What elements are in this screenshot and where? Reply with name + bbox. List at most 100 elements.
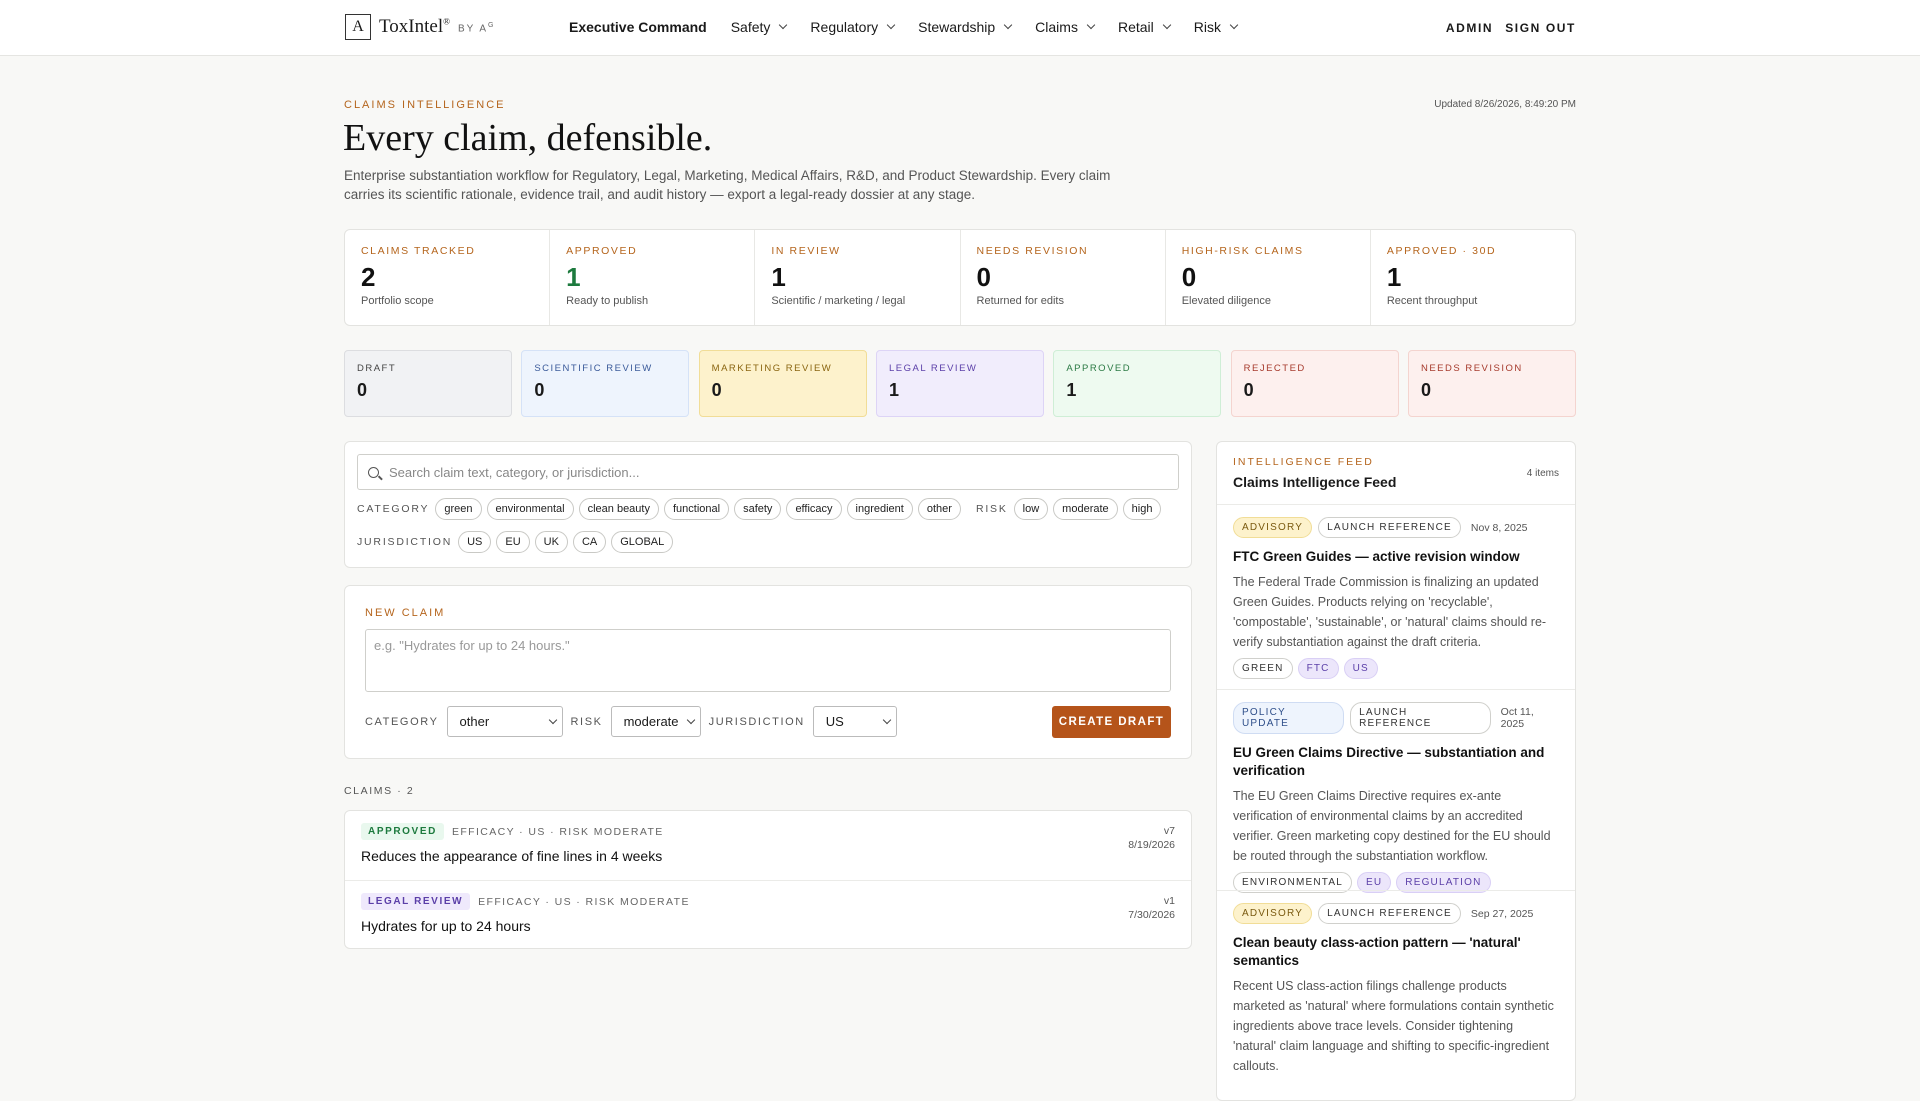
category-filter-pill[interactable]: environmental [486, 498, 574, 520]
kpi-label: CLAIMS TRACKED [361, 245, 476, 257]
kpi-label: APPROVED · 30D [1386, 245, 1497, 257]
feed-item-title: EU Green Claims Directive — substantiati… [1233, 745, 1545, 778]
nav-label: Regulatory [810, 19, 879, 35]
risk-select[interactable]: moderate [610, 706, 701, 737]
nav-retail[interactable]: Retail [1118, 19, 1171, 35]
pipeline-stage-card[interactable]: REJECTED 0 [1230, 350, 1399, 417]
pipeline-stage-label: DRAFT [357, 363, 397, 374]
category-filter-label: CATEGORY [357, 503, 430, 515]
pipeline-stage-count: 0 [1243, 380, 1254, 400]
category-filter-pill[interactable]: functional [663, 498, 730, 520]
registered-mark: ® [443, 16, 450, 27]
kpi-subtitle: Recent throughput [1386, 295, 1478, 307]
search-placeholder: Search claim text, category, or jurisdic… [389, 464, 640, 480]
feed-item-date: Oct 11, 2025 [1500, 706, 1534, 730]
jurisdiction-filter-pill[interactable]: EU [496, 531, 530, 553]
kpi-label: HIGH-RISK CLAIMS [1181, 245, 1304, 257]
pipeline-stage-card[interactable]: LEGAL REVIEW 1 [875, 350, 1044, 417]
jurisdiction-filter-pill[interactable]: CA [572, 531, 607, 553]
kpi-subtitle: Elevated diligence [1181, 295, 1271, 307]
claim-row[interactable]: APPROVED EFFICACY · US · RISK MODERATE Red… [345, 811, 1191, 880]
feed-header: INTELLIGENCE FEED Claims Intelligence Fe… [1233, 456, 1396, 490]
nav-stewardship[interactable]: Stewardship [918, 19, 1013, 35]
nav-claims[interactable]: Claims [1035, 19, 1096, 35]
claim-version: v1 [1163, 895, 1175, 907]
pipeline-stage-count: 1 [888, 380, 899, 400]
top-navigation-bar: A ToxIntel® BY AG Executive Command Safe… [0, 0, 1920, 56]
page-description: Enterprise substantiation workflow for R… [344, 168, 1111, 202]
feed-item-body: The EU Green Claims Directive requires e… [1233, 789, 1551, 863]
category-filter-pill[interactable]: efficacy [786, 498, 842, 520]
pipeline-stage-card[interactable]: MARKETING REVIEW 0 [698, 350, 867, 417]
claim-row[interactable]: LEGAL REVIEW EFFICACY · US · RISK MODERAT… [345, 880, 1191, 949]
feed-item-date: Nov 8, 2025 [1470, 521, 1528, 534]
feed-item[interactable]: POLICY UPDATE LAUNCH REFERENCE Oct 11, 202… [1217, 689, 1575, 905]
page-title: Every claim, defensible. [343, 117, 713, 159]
category-filter-pill[interactable]: other [917, 498, 961, 520]
nav-regulatory[interactable]: Regulatory [810, 19, 896, 35]
feed-reference-badge: LAUNCH REFERENCE [1318, 903, 1461, 924]
pipeline-stage-card[interactable]: DRAFT 0 [344, 350, 512, 417]
risk-filter-pill[interactable]: moderate [1053, 498, 1118, 520]
feed-reference-badge: LAUNCH REFERENCE [1350, 702, 1491, 734]
feed-item-body: The Federal Trade Commission is finalizi… [1233, 575, 1547, 649]
brand-name-text: ToxIntel [379, 16, 444, 37]
byline-sup: G [488, 22, 496, 30]
nav-executive-command[interactable]: Executive Command [569, 19, 707, 35]
claim-text-placeholder: e.g. "Hydrates for up to 24 hours." [374, 638, 570, 653]
pipeline-stage-card[interactable]: SCIENTIFIC REVIEW 0 [521, 350, 690, 417]
admin-link[interactable]: ADMIN [1446, 21, 1493, 35]
category-filter-pill[interactable]: green [435, 498, 482, 520]
claim-version: v7 [1163, 825, 1175, 837]
feed-item[interactable]: ADVISORY LAUNCH REFERENCE Nov 8, 2025 FTC G… [1217, 504, 1575, 691]
category-filter-pill[interactable]: safety [734, 498, 782, 520]
kpi-value: 2 [361, 262, 376, 292]
nav-label: Safety [730, 19, 771, 35]
claim-text-input[interactable]: e.g. "Hydrates for up to 24 hours." [365, 629, 1171, 692]
nav-risk[interactable]: Risk [1194, 19, 1239, 35]
jurisdiction-select[interactable]: US [812, 706, 897, 737]
pipeline-stage-count: 0 [711, 380, 722, 400]
category-filter-pill[interactable]: clean beauty [578, 498, 659, 520]
chevron-down-icon [1162, 20, 1171, 30]
sign-out-link[interactable]: SIGN OUT [1505, 21, 1576, 35]
risk-filter-pill[interactable]: low [1013, 498, 1049, 520]
new-claim-panel: NEW CLAIM e.g. "Hydrates for up to 24 ho… [344, 585, 1192, 759]
kpi-subtitle: Ready to publish [566, 295, 649, 307]
nav-safety[interactable]: Safety [730, 19, 788, 35]
feed-count: 4 items [1526, 468, 1559, 479]
pipeline-stage-card[interactable]: APPROVED 1 [1053, 350, 1222, 417]
brand-logo[interactable]: A ToxIntel® BY AG [345, 14, 495, 40]
brand-name: ToxIntel® [379, 16, 450, 38]
chevron-down-icon [1229, 20, 1239, 30]
new-claim-label: NEW CLAIM [365, 607, 446, 619]
feed-item-tags: ADVISORY LAUNCH REFERENCE Nov 8, 2025 [1233, 517, 1559, 538]
feed-item[interactable]: ADVISORY LAUNCH REFERENCE Sep 27, 2025 Clea… [1217, 890, 1575, 1088]
jurisdiction-filter-row: JURISDICTION US EU UK CA GLOBAL [357, 531, 678, 553]
kpi-label: IN REVIEW [771, 245, 841, 257]
claim-text: Hydrates for up to 24 hours [361, 918, 531, 934]
kpi-card: IN REVIEW 1 Scientific / marketing / legal [755, 230, 961, 325]
main-nav: Executive Command Safety Regulatory Stew… [569, 19, 1261, 35]
category-select[interactable]: other [446, 706, 563, 737]
jurisdiction-filter-pill[interactable]: US [458, 531, 492, 553]
category-filter-pill[interactable]: ingredient [846, 498, 913, 520]
create-draft-button[interactable]: CREATE DRAFT [1052, 706, 1171, 738]
kpi-card: NEEDS REVISION 0 Returned for edits [961, 230, 1166, 325]
claim-meta-line: LEGAL REVIEW EFFICACY · US · RISK MODERAT… [361, 893, 1175, 910]
page-eyebrow: CLAIMS INTELLIGENCE [344, 99, 506, 111]
kpi-strip: CLAIMS TRACKED 2 Portfolio scope APPROVED 1 R… [344, 229, 1576, 326]
kpi-value: 1 [566, 262, 581, 292]
search-input[interactable]: Search claim text, category, or jurisdic… [357, 454, 1179, 490]
feed-item-tags: POLICY UPDATE LAUNCH REFERENCE Oct 11, 202… [1233, 702, 1559, 734]
chevron-down-icon [882, 715, 892, 724]
jurisdiction-filter-pill[interactable]: UK [534, 531, 568, 553]
risk-filter-pill[interactable]: high [1122, 498, 1162, 520]
pipeline-stage-card[interactable]: NEEDS REVISION 0 [1407, 350, 1576, 417]
byline-text: BY A [457, 23, 489, 35]
pipeline-stage-label: SCIENTIFIC REVIEW [534, 363, 653, 374]
claim-version-info: v1 7/30/2026 [1128, 894, 1175, 922]
updated-timestamp: Updated 8/26/2026, 8:49:20 PM [1434, 99, 1576, 110]
claim-date: 8/19/2026 [1128, 839, 1175, 851]
jurisdiction-filter-pill[interactable]: GLOBAL [611, 531, 674, 553]
